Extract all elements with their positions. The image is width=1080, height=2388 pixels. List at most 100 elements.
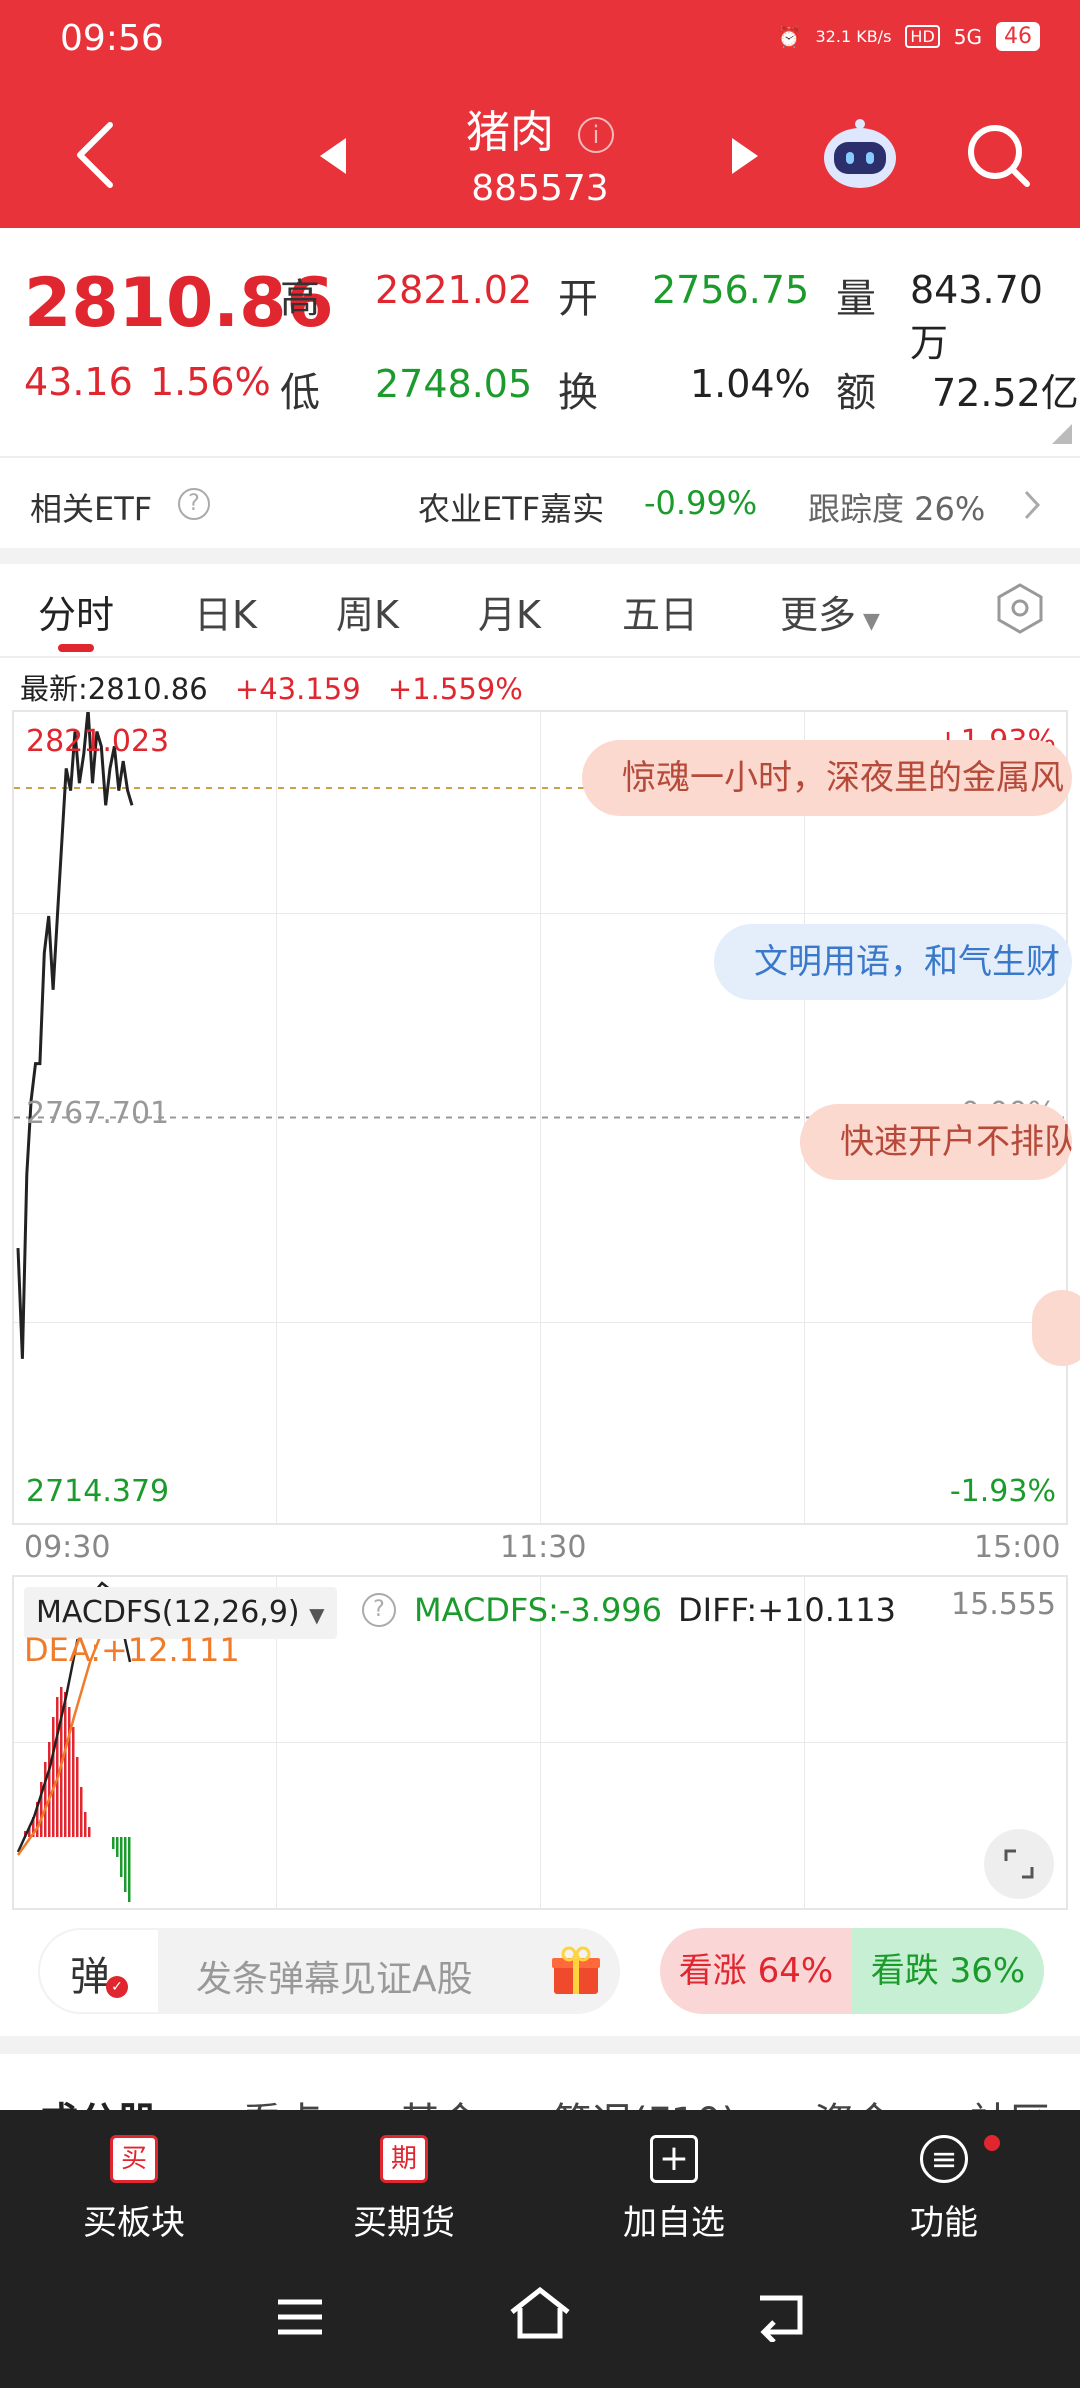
price-change: 43.16 [24,360,133,404]
add-watchlist-label: 加自选 [623,2203,725,2243]
help-icon[interactable]: ? [362,1593,396,1627]
bottom-action-bar: 买 买板块 期 买期货 + 加自选 ≡ 功能 [0,2110,1080,2388]
related-etf-row[interactable]: 相关ETF ? 农业ETF嘉实 -0.99% 跟踪度 26% [0,456,1080,548]
axis-bottom-pct: -1.93% [949,1474,1056,1509]
turnover-label: 换 [558,370,598,416]
top-header: 09:56 ⏰ 32.1 KB/s HD 5G 46 猪肉 i 885573 [0,0,1080,228]
indicator-name: MACDFS(12,26,9) [36,1595,300,1630]
price-change-pct: 1.56% [150,360,271,404]
danmaku-toggle-label: 弹 [70,1954,110,2000]
macd-max-value: 15.555 [951,1587,1056,1622]
battery-icon: 46 [996,22,1040,51]
gift-icon[interactable] [550,1946,602,1998]
stock-code: 885573 [471,168,609,209]
buy-futures-button[interactable]: 期 买期货 [304,2135,504,2244]
amount-value: 72.52亿 [932,371,1079,415]
system-nav-bar [0,2268,1080,2388]
danmu-bubble-partial[interactable] [1032,1290,1080,1366]
axis-mid-value: 2767.701 [26,1096,170,1131]
macd-bar-down [112,1837,115,1849]
time-mid: 11:30 [500,1530,587,1565]
net-speed: 32.1 KB/s [815,27,892,46]
vote-down-button[interactable]: 看跌 36% [852,1928,1044,2014]
tab-five-day[interactable]: 五日 [622,584,698,639]
vote-up-button[interactable]: 看涨 64% [660,1928,852,2014]
danmaku-input-bar[interactable]: 弹 ✓ 发条弹幕见证A股 [38,1928,620,2014]
danmaku-toggle[interactable]: 弹 ✓ [38,1928,160,2014]
lower-tab-f10[interactable]: 简况(F10) [552,2090,737,2110]
dropdown-icon: ▼ [309,1603,325,1627]
axis-bottom-value: 2714.379 [26,1474,170,1509]
home-icon[interactable] [508,2286,572,2342]
recent-apps-icon[interactable] [272,2292,328,2342]
latest-change: +43.159 [234,672,361,706]
status-time: 09:56 [60,18,164,59]
info-icon[interactable]: i [578,117,614,153]
function-button[interactable]: ≡ 功能 [844,2135,1044,2244]
lower-tabs: 成分股 看点 基金 简况(F10) 资金 社区 [0,2080,1080,2110]
high-label: 高 [280,276,320,322]
fullscreen-button[interactable] [984,1829,1054,1899]
etf-label: 相关ETF [30,490,153,528]
macd-bar-up [56,1697,59,1837]
add-icon: + [650,2135,698,2183]
macd-bar-down [128,1837,131,1902]
notification-dot [984,2135,1000,2151]
danmu-bubble[interactable]: 惊魂一小时，深夜里的金属风 [582,740,1072,816]
lower-tab-community[interactable]: 社区 [970,2090,1050,2110]
etf-tracking: 跟踪度 26% [808,490,986,528]
alarm-icon: ⏰ [776,24,802,49]
app-root: 09:56 ⏰ 32.1 KB/s HD 5G 46 猪肉 i 885573 2… [0,0,1080,2388]
lower-tab-highlights[interactable]: 看点 [242,2090,322,2110]
macd-chart[interactable]: MACDFS(12,26,9) ▼ ? MACDFS:-3.996 DIFF:+… [12,1575,1068,1910]
settings-hex-icon[interactable] [994,582,1046,634]
chart-info-line: 最新:2810.86 +43.159 +1.559% [20,666,523,708]
futures-icon: 期 [380,2135,428,2183]
time-start: 09:30 [24,1530,111,1565]
intraday-chart[interactable]: 2821.023 2767.701 2714.379 +1.93% 0.00% … [12,710,1080,1525]
danmu-bubble[interactable]: 文明用语，和气生财 [714,924,1072,1000]
help-icon[interactable]: ? [178,488,210,520]
price-line [16,712,134,1359]
time-end: 15:00 [974,1530,1061,1565]
signal-icon: 5G [953,24,982,49]
add-watchlist-button[interactable]: + 加自选 [574,2135,774,2244]
danmu-bubble[interactable]: 快速开户不排队 [800,1104,1072,1180]
buy-sector-button[interactable]: 买 买板块 [34,2135,234,2244]
macd-bar-up [80,1787,83,1837]
lower-tab-constituents[interactable]: 成分股 [38,2090,158,2110]
tab-weekly-k[interactable]: 周K [336,584,399,639]
check-icon: ✓ [106,1976,128,1998]
lower-tab-funds[interactable]: 基金 [400,2090,480,2110]
expand-corner-icon[interactable] [1052,424,1072,444]
tab-intraday[interactable]: 分时 [38,584,114,639]
macd-bar-up [88,1827,91,1837]
macd-bar-up [44,1762,47,1837]
back-icon[interactable] [752,2288,812,2342]
chevron-right-icon [1024,490,1041,520]
robot-assistant-icon[interactable] [820,118,900,192]
high-value: 2821.02 [375,268,533,312]
quote-summary: 2810.86 43.16 1.56% 高 2821.02 开 2756.75 … [0,228,1080,453]
diff-value: DIFF:+10.113 [678,1591,896,1629]
lower-tab-capital[interactable]: 资金 [814,2090,894,2110]
hd-icon: HD [905,25,940,48]
expand-icon [1004,1849,1034,1879]
etf-name: 农业ETF嘉实 [418,490,605,528]
macd-bar-up [68,1707,71,1837]
open-label: 开 [558,276,598,322]
tab-daily-k[interactable]: 日K [194,584,257,639]
axis-top-value: 2821.023 [26,724,170,759]
buy-futures-label: 买期货 [353,2203,455,2243]
latest-price: 最新:2810.86 [20,672,208,706]
macd-bar-down [116,1837,119,1857]
search-icon[interactable] [965,122,1031,188]
macd-bar-up [48,1742,51,1837]
tab-monthly-k[interactable]: 月K [478,584,541,639]
volume-label: 量 [836,276,876,322]
section-divider [0,2036,1080,2054]
next-stock-icon[interactable] [730,136,760,176]
tab-more[interactable]: 更多 ▼ [780,584,880,639]
macd-bar-up [76,1757,79,1837]
macd-bar-up [52,1717,55,1837]
